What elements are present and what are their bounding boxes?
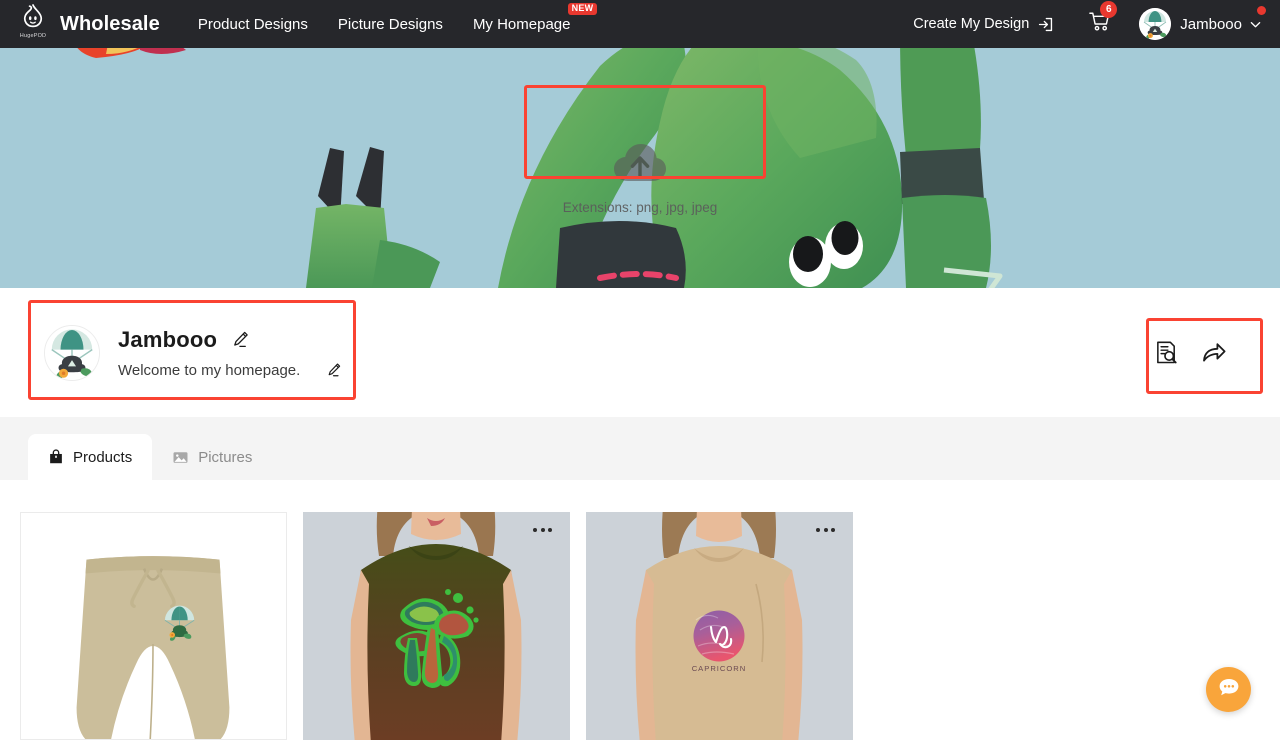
login-arrow-icon [1037, 16, 1054, 33]
product-card[interactable] [303, 512, 570, 740]
new-badge: NEW [567, 2, 598, 16]
content-tabs: Products Pictures [0, 417, 1280, 480]
pencil-edit-icon[interactable] [326, 362, 342, 378]
banner-upload-dropzone[interactable]: Extensions: png, jpg, jpeg [548, 136, 732, 220]
profile-info: Jambooo Welcome to my homepage. [118, 327, 342, 379]
main-nav: Product Designs Picture Designs My Homep… [198, 2, 598, 33]
nav-item-product-designs[interactable]: Product Designs [198, 16, 308, 33]
dot [831, 528, 835, 532]
dot [816, 528, 820, 532]
image-icon [172, 449, 189, 466]
profile-bio: Welcome to my homepage. [118, 361, 301, 379]
product-image [21, 513, 286, 739]
tab-label: Pictures [198, 448, 253, 466]
bag-icon [48, 449, 64, 465]
tab-products[interactable]: Products [28, 434, 153, 480]
dot [823, 528, 828, 532]
upload-extensions-hint: Extensions: png, jpg, jpeg [562, 200, 718, 215]
nav-label: My Homepage [472, 15, 571, 33]
profile-name: Jambooo [118, 326, 218, 352]
profile-actions [1153, 340, 1227, 366]
chat-support-button[interactable] [1206, 667, 1251, 712]
product-image: CAPRICORN [586, 512, 853, 740]
product-card[interactable] [20, 512, 287, 740]
cloud-upload-icon [612, 141, 668, 190]
homepage-banner[interactable]: Extensions: png, jpg, jpeg [0, 48, 1280, 288]
share-icon[interactable] [1201, 340, 1227, 366]
nav-label: Picture Designs [337, 15, 443, 33]
tab-label: Products [73, 448, 133, 466]
avatar [1139, 8, 1172, 40]
brand-name: Wholesale [60, 12, 160, 35]
pencil-edit-icon[interactable] [231, 330, 250, 349]
notification-dot [1257, 6, 1266, 15]
svg-text:CAPRICORN: CAPRICORN [692, 664, 747, 673]
nav-label: Product Designs [197, 15, 308, 33]
product-card[interactable]: CAPRICORN [586, 512, 853, 740]
create-my-design-label: Create My Design [913, 16, 1030, 32]
preview-icon[interactable] [1153, 340, 1179, 366]
chevron-down-icon [1249, 18, 1262, 31]
product-image [303, 512, 570, 740]
top-navigation-bar: HugePOD Wholesale Product Designs Pictur… [0, 0, 1280, 48]
user-menu[interactable]: Jambooo [1139, 6, 1266, 40]
brand-logo[interactable]: HugePOD Wholesale [18, 4, 160, 44]
user-name-label: Jambooo [1180, 15, 1242, 33]
dot [540, 528, 545, 532]
dot [548, 528, 552, 532]
profile-card: Jambooo Welcome to my homepage. [44, 324, 342, 381]
nav-item-picture-designs[interactable]: Picture Designs [338, 16, 443, 33]
profile-name-row: Jambooo [118, 327, 342, 353]
header-actions: Create My Design 6 Jambooo [913, 1, 1266, 40]
product-options-menu[interactable] [816, 528, 835, 532]
product-grid: CAPRICORN [0, 480, 1280, 740]
dot [533, 528, 537, 532]
product-options-menu[interactable] [533, 528, 552, 532]
logo-wordmark: HugePOD [19, 33, 47, 39]
nav-item-my-homepage[interactable]: My Homepage NEW [472, 2, 598, 33]
profile-section: Jambooo Welcome to my homepage. [0, 288, 1280, 417]
tab-pictures[interactable]: Pictures [152, 434, 272, 480]
cart-count-badge: 6 [1100, 1, 1118, 18]
create-my-design-button[interactable]: Create My Design [913, 16, 1054, 33]
cart-button[interactable]: 6 [1088, 1, 1118, 38]
profile-bio-row: Welcome to my homepage. [118, 362, 342, 379]
hugepod-logo-icon: HugePOD [18, 4, 48, 44]
chat-bubble-icon [1217, 675, 1241, 704]
profile-avatar[interactable] [44, 324, 100, 381]
